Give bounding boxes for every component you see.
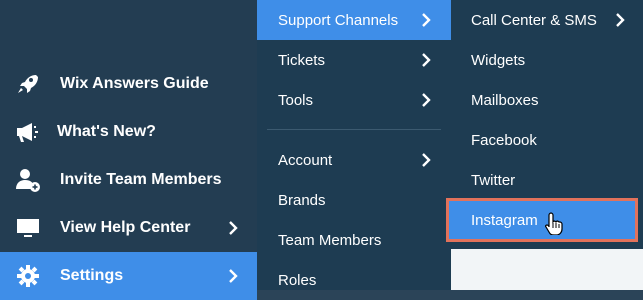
menu-item-tools[interactable]: Tools	[257, 80, 451, 120]
menu-item-label: Account	[278, 151, 333, 169]
chevron-right-icon	[419, 13, 433, 27]
menu-item-label: Team Members	[278, 231, 382, 249]
sidebar-item-view-help-center[interactable]: View Help Center	[0, 204, 257, 252]
menu-item-support-channels[interactable]: Support Channels	[257, 0, 451, 40]
monitor-icon	[14, 214, 42, 242]
add-user-icon	[14, 166, 42, 194]
sidebar-item-invite-team-members[interactable]: Invite Team Members	[0, 156, 257, 204]
menu-item-label: Mailboxes	[471, 91, 539, 109]
chevron-right-icon	[226, 221, 240, 235]
megaphone-icon	[14, 118, 42, 146]
sidebar-item-label: View Help Center	[60, 219, 191, 236]
sidebar-item-label: What's New?	[57, 123, 156, 140]
menu-item-label: Brands	[278, 191, 326, 209]
menu-item-label: Call Center & SMS	[471, 11, 597, 29]
sidebar-item-settings[interactable]: Settings	[0, 252, 257, 300]
hand-cursor-icon	[544, 211, 565, 236]
page-background	[451, 249, 643, 290]
menu-item-label: Widgets	[471, 51, 526, 69]
support-channels-menu: Call Center & SMS Widgets Mailboxes Face…	[446, 0, 643, 249]
settings-menu: Support Channels Tickets Tools Account B…	[257, 0, 451, 290]
menu-item-label: Roles	[278, 271, 317, 289]
chevron-right-icon	[613, 13, 627, 27]
rocket-icon	[14, 70, 42, 98]
menu-item-twitter[interactable]: Twitter	[451, 160, 643, 200]
menu-item-label: Support Channels	[278, 11, 399, 29]
menu-item-roles[interactable]: Roles	[257, 260, 451, 300]
sidebar-item-whats-new[interactable]: What's New?	[0, 108, 257, 156]
menu-item-facebook[interactable]: Facebook	[451, 120, 643, 160]
chevron-right-icon	[226, 269, 240, 283]
menu-item-mailboxes[interactable]: Mailboxes	[451, 80, 643, 120]
menu-item-label: Tools	[278, 91, 314, 109]
menu-item-label: Facebook	[471, 131, 537, 149]
menu-item-tickets[interactable]: Tickets	[257, 40, 451, 80]
sidebar-item-label: Wix Answers Guide	[60, 75, 209, 92]
chevron-right-icon	[419, 93, 433, 107]
sidebar-item-wix-answers-guide[interactable]: Wix Answers Guide	[0, 60, 257, 108]
sidebar-item-label: Invite Team Members	[60, 171, 222, 188]
gear-icon	[14, 262, 42, 290]
menu-item-label: Twitter	[471, 171, 516, 189]
menu-item-brands[interactable]: Brands	[257, 180, 451, 220]
menu-item-widgets[interactable]: Widgets	[451, 40, 643, 80]
menu-item-call-center-sms[interactable]: Call Center & SMS	[451, 0, 643, 40]
chevron-right-icon	[419, 53, 433, 67]
chevron-right-icon	[419, 153, 433, 167]
menu-item-label: Tickets	[278, 51, 325, 69]
menu-item-label: Instagram	[471, 211, 538, 229]
menu-divider	[267, 129, 441, 130]
menu-item-team-members[interactable]: Team Members	[257, 220, 451, 260]
menu-item-instagram[interactable]: Instagram	[446, 198, 638, 242]
sidebar-item-label: Settings	[60, 267, 124, 284]
menu-item-account[interactable]: Account	[257, 140, 451, 180]
left-sidebar: Wix Answers Guide What's New? Invite Tea…	[0, 0, 257, 300]
